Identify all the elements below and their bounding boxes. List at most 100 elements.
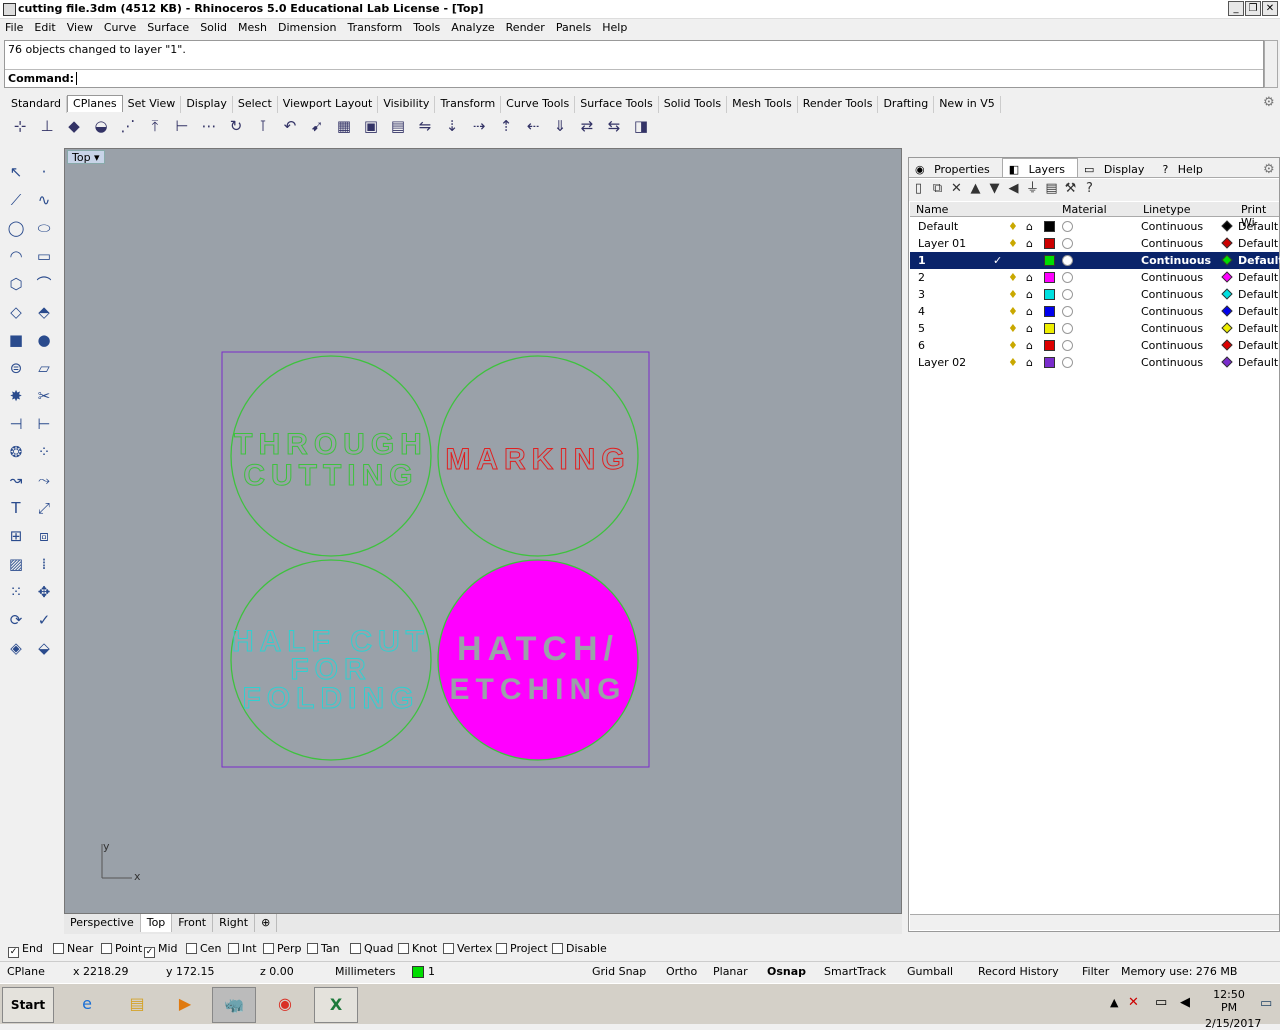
status-cplane[interactable]: CPlane bbox=[7, 965, 45, 978]
material-icon[interactable] bbox=[1062, 272, 1073, 283]
named-cplanes-icon[interactable]: ⇋ bbox=[413, 114, 437, 138]
tab-set-view[interactable]: Set View bbox=[123, 96, 182, 113]
menu-tools[interactable]: Tools bbox=[408, 19, 446, 34]
polygon-icon[interactable]: ⬡ bbox=[4, 272, 28, 296]
gear-icon[interactable]: ⚙ bbox=[1263, 95, 1277, 110]
layer-print-width[interactable]: Default bbox=[1238, 254, 1280, 267]
cplane-world-back-icon[interactable]: ⇡ bbox=[494, 114, 518, 138]
layer-name[interactable]: 6 bbox=[918, 339, 925, 352]
print-color-icon[interactable] bbox=[1221, 305, 1233, 317]
layer-name[interactable]: Default bbox=[918, 220, 958, 233]
osnap-option[interactable]: Point bbox=[101, 942, 142, 955]
menu-transform[interactable]: Transform bbox=[342, 19, 408, 34]
undo-cplane-icon[interactable]: ↶ bbox=[278, 114, 302, 138]
cplane-next-icon[interactable]: ⇆ bbox=[602, 114, 626, 138]
osnap-option[interactable]: Vertex bbox=[443, 942, 492, 955]
lock-icon[interactable]: ⌂ bbox=[1026, 288, 1033, 301]
cplane-origin-icon[interactable]: ⊥ bbox=[35, 114, 59, 138]
group-icon[interactable]: ❂ bbox=[4, 440, 28, 464]
open-cplane-icon[interactable]: ▤ bbox=[386, 114, 410, 138]
material-icon[interactable] bbox=[1062, 340, 1073, 351]
print-color-icon[interactable] bbox=[1221, 322, 1233, 334]
move-up-icon[interactable]: ▲ bbox=[966, 179, 985, 199]
ie-icon[interactable]: e bbox=[66, 987, 108, 1023]
tab-solid-tools[interactable]: Solid Tools bbox=[659, 96, 728, 113]
checkbox[interactable] bbox=[228, 943, 239, 954]
osnap-option[interactable]: Project bbox=[496, 942, 548, 955]
points-on-icon[interactable]: ⁘ bbox=[32, 440, 56, 464]
layer-color-swatch[interactable] bbox=[1044, 272, 1055, 283]
rotate-icon[interactable]: ⟳ bbox=[4, 608, 28, 632]
tab-mesh-tools[interactable]: Mesh Tools bbox=[727, 96, 798, 113]
cylinder-icon[interactable]: ⊜ bbox=[4, 356, 28, 380]
osnap-option[interactable]: Near bbox=[53, 942, 93, 955]
save-cplane-icon[interactable]: ▣ bbox=[359, 114, 383, 138]
command-scrollbar[interactable] bbox=[1264, 40, 1278, 88]
layer-row[interactable]: Default ♦ ⌂ Continuous Default bbox=[910, 218, 1279, 235]
bulb-icon[interactable]: ♦ bbox=[1008, 356, 1018, 369]
checkbox[interactable]: ✓ bbox=[144, 947, 155, 958]
tab-new-in-v5[interactable]: New in V5 bbox=[934, 96, 1001, 113]
current-layer-check-icon[interactable]: ✓ bbox=[993, 254, 1002, 267]
tools-icon[interactable]: ⚒ bbox=[1061, 179, 1080, 199]
osnap-option[interactable]: ✓ Mid bbox=[144, 942, 178, 958]
minimize-button[interactable]: _ bbox=[1228, 1, 1244, 16]
tab-layers[interactable]: ◧ Layers bbox=[1001, 158, 1078, 177]
layer-linetype[interactable]: Continuous bbox=[1141, 339, 1203, 352]
tab-transform[interactable]: Transform bbox=[435, 96, 502, 113]
menu-help[interactable]: Help bbox=[597, 19, 633, 34]
tab-drafting[interactable]: Drafting bbox=[878, 96, 935, 113]
cplane-world-right-icon[interactable]: ⇢ bbox=[467, 114, 491, 138]
grid-snap-toggle[interactable]: Grid Snap bbox=[592, 965, 646, 978]
check-icon[interactable]: ✓ bbox=[32, 608, 56, 632]
checkbox[interactable] bbox=[186, 943, 197, 954]
cplane-vertical-icon[interactable]: ⊺ bbox=[251, 114, 275, 138]
layer-print-width[interactable]: Default bbox=[1238, 322, 1278, 335]
cplane-object-icon[interactable]: ◆ bbox=[62, 114, 86, 138]
layer-linetype[interactable]: Continuous bbox=[1141, 356, 1203, 369]
tab-visibility[interactable]: Visibility bbox=[378, 96, 436, 113]
layer-name[interactable]: 5 bbox=[918, 322, 925, 335]
status-units[interactable]: Millimeters bbox=[335, 965, 396, 978]
bulb-icon[interactable]: ♦ bbox=[1008, 339, 1018, 352]
layer-print-width[interactable]: Default bbox=[1238, 288, 1278, 301]
menu-analyze[interactable]: Analyze bbox=[446, 19, 500, 34]
layer-row[interactable]: 4 ♦ ⌂ Continuous Default bbox=[910, 303, 1279, 320]
tab-render-tools[interactable]: Render Tools bbox=[798, 96, 879, 113]
layer-row[interactable]: Layer 02 ♦ ⌂ Continuous Default bbox=[910, 354, 1279, 371]
cplane-x-axis-icon[interactable]: ⊢ bbox=[170, 114, 194, 138]
box-icon[interactable]: ■ bbox=[4, 328, 28, 352]
tab-display-panel[interactable]: ▭ Display bbox=[1078, 159, 1156, 178]
menu-file[interactable]: File bbox=[0, 19, 29, 34]
cplane-to-view-icon[interactable]: ➹ bbox=[305, 114, 329, 138]
print-color-icon[interactable] bbox=[1221, 237, 1233, 249]
layer-print-width[interactable]: Default bbox=[1238, 220, 1278, 233]
curve-edit-icon[interactable]: ↝ bbox=[4, 468, 28, 492]
planar-toggle[interactable]: Planar bbox=[713, 965, 748, 978]
checkbox[interactable] bbox=[443, 943, 454, 954]
lock-icon[interactable]: ⌂ bbox=[1026, 356, 1033, 369]
mesh-plane-icon[interactable]: ▱ bbox=[32, 356, 56, 380]
arc-icon[interactable]: ◠ bbox=[4, 244, 28, 268]
cplane-world-top-icon[interactable]: ⊹ bbox=[8, 114, 32, 138]
osnap-option[interactable]: ✓ End bbox=[8, 942, 43, 958]
bulb-icon[interactable]: ♦ bbox=[1008, 288, 1018, 301]
block-icon[interactable]: ⊞ bbox=[4, 524, 28, 548]
layer-row[interactable]: 3 ♦ ⌂ Continuous Default bbox=[910, 286, 1279, 303]
layer-linetype[interactable]: Continuous bbox=[1141, 220, 1203, 233]
osnap-option[interactable]: Int bbox=[228, 942, 257, 955]
explorer-icon[interactable]: ▤ bbox=[116, 987, 158, 1023]
cplane-rotate-icon[interactable]: ↻ bbox=[224, 114, 248, 138]
osnap-option[interactable]: Cen bbox=[186, 942, 221, 955]
cplane-prev-icon[interactable]: ⇄ bbox=[575, 114, 599, 138]
ellipse-icon[interactable]: ⬭ bbox=[32, 216, 56, 240]
rhino-task-icon[interactable]: 🦏 bbox=[212, 987, 256, 1023]
array-icon[interactable]: ⁞ bbox=[32, 552, 56, 576]
tab-help[interactable]: ? Help bbox=[1156, 159, 1214, 178]
tab-viewport-layout[interactable]: Viewport Layout bbox=[278, 96, 379, 113]
text-icon[interactable]: T bbox=[4, 496, 28, 520]
menu-solid[interactable]: Solid bbox=[195, 19, 233, 34]
checkbox[interactable] bbox=[263, 943, 274, 954]
checkbox[interactable] bbox=[398, 943, 409, 954]
media-player-icon[interactable]: ▶ bbox=[164, 987, 206, 1023]
